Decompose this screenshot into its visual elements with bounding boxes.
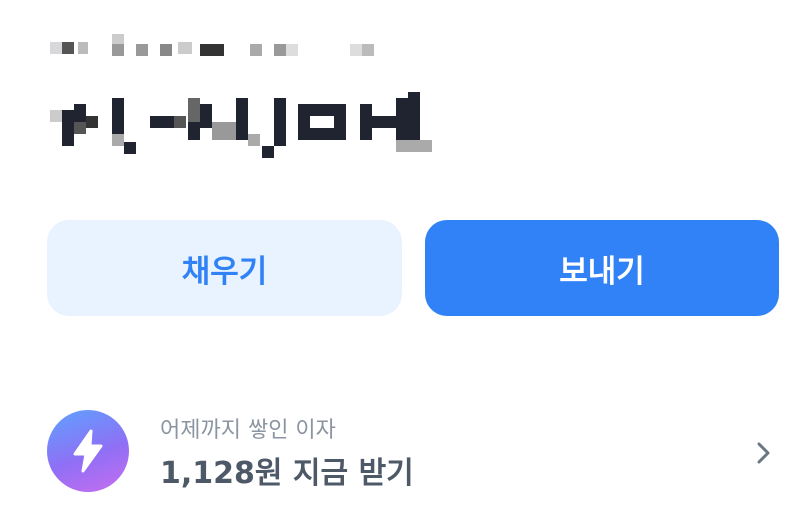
action-buttons: 채우기 보내기 xyxy=(47,220,779,316)
interest-subtitle: 어제까지 쌓인 이자 xyxy=(160,418,336,443)
send-button[interactable]: 보내기 xyxy=(425,220,779,316)
redacted-balance xyxy=(50,92,440,158)
fill-button[interactable]: 채우기 xyxy=(47,220,402,316)
account-screen: 채우기 보내기 어제까지 쌓인 이자 1,128원 지금 받기 xyxy=(0,0,802,520)
chevron-right-icon[interactable] xyxy=(753,440,773,466)
redacted-account-name xyxy=(50,34,380,58)
interest-claim-row[interactable]: 어제까지 쌓인 이자 1,128원 지금 받기 xyxy=(47,404,787,494)
interest-claim-label: 1,128원 지금 받기 xyxy=(160,456,414,491)
lightning-bolt-icon xyxy=(47,410,129,492)
